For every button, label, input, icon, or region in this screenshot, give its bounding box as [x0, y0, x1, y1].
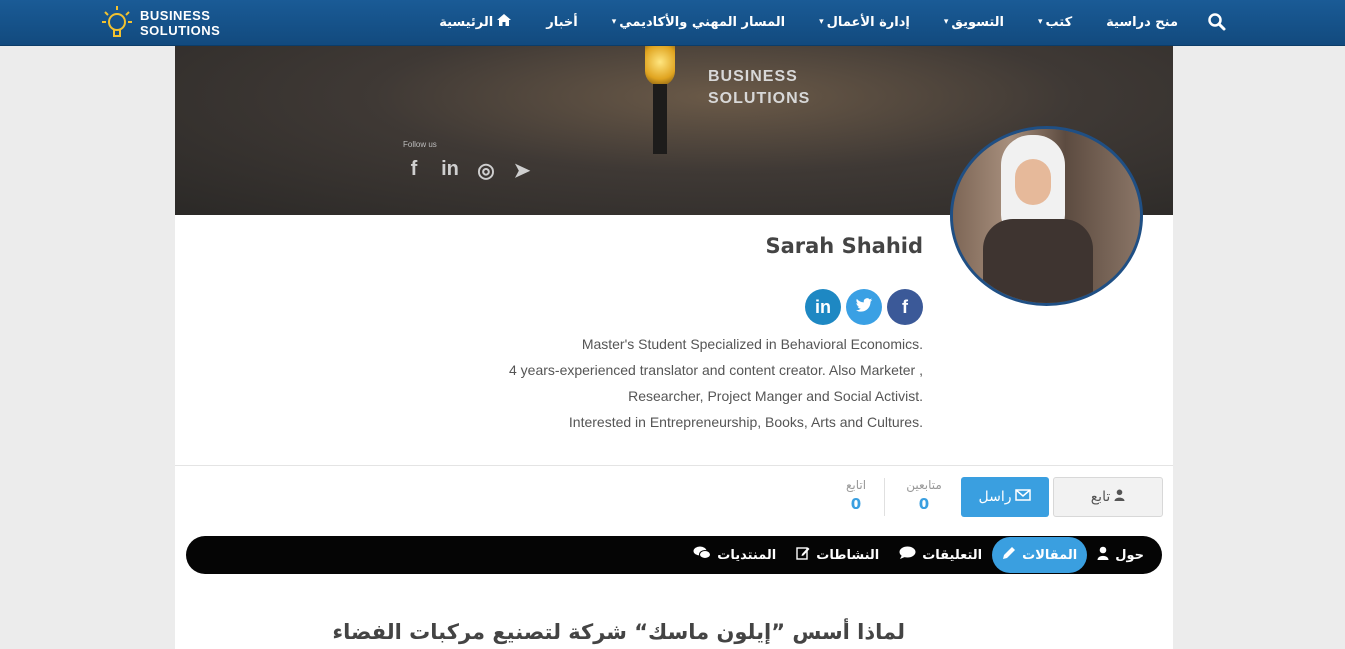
nav-item-books[interactable]: كتب ▾: [1021, 15, 1089, 30]
nav-item-label: المسار المهني والأكاديمي: [619, 14, 786, 30]
bio-line: Master's Student Specialized in Behavior…: [581, 336, 923, 352]
user-icon: [1097, 546, 1109, 564]
pencil-icon: [1002, 546, 1016, 564]
followers-label: متابعين: [906, 478, 942, 492]
tab-articles[interactable]: المقالات: [992, 537, 1088, 573]
twitter-icon: [855, 297, 873, 318]
divider: [175, 465, 1173, 466]
followers-stat[interactable]: متابعين 0: [894, 478, 954, 513]
main-menu: الرئيسية أخبار المسار المهني والأكاديمي …: [422, 0, 1195, 44]
home-icon: [496, 13, 512, 31]
profile-card: BUSINESS SOLUTIONS Follow us f in ◎ ➤ Sa…: [175, 46, 1173, 649]
linkedin-icon: in: [815, 296, 831, 317]
tab-comments[interactable]: التعليقات: [889, 537, 992, 573]
cover-lightbulb: [645, 46, 675, 86]
nav-item-label: أخبار: [546, 14, 578, 30]
chevron-down-icon: ▾: [1037, 17, 1043, 27]
nav-item-label: إدارة الأعمال: [826, 14, 910, 30]
instagram-icon: ◎: [477, 160, 495, 182]
comment-icon: [899, 546, 916, 564]
post-title-link[interactable]: لماذا أسس ”إيلون ماسك“ شركة لتصنيع مركبا…: [332, 620, 905, 644]
cover-lamp-socket: [653, 84, 667, 154]
tab-forums[interactable]: المنتديات: [683, 537, 786, 573]
followers-count: 0: [918, 495, 930, 513]
profile-social-links: in f: [805, 289, 923, 325]
tab-label: المنتديات: [717, 547, 777, 563]
bio-line: Interested in Entrepreneurship, Books, A…: [568, 414, 923, 430]
follow-button-label: تابع: [1090, 489, 1111, 505]
nav-item-business[interactable]: إدارة الأعمال ▾: [802, 15, 927, 30]
bio-line: Researcher, Project Manger and Social Ac…: [628, 388, 923, 404]
following-count: 0: [850, 495, 862, 513]
tab-label: التعليقات: [922, 547, 983, 563]
nav-item-career[interactable]: المسار المهني والأكاديمي ▾: [595, 15, 802, 30]
chevron-down-icon: ▾: [943, 17, 949, 27]
telegram-icon: ➤: [513, 160, 531, 182]
tab-label: المقالات: [1022, 547, 1078, 563]
logo-text-line1: BUSINESS: [140, 8, 211, 23]
linkedin-icon: in: [441, 158, 459, 180]
nav-item-scholarships[interactable]: منح دراسية: [1089, 15, 1195, 30]
profile-tabs: حول المقالات التعليقات النشاطات المنتديا…: [186, 536, 1162, 574]
following-label: اتابع: [845, 478, 867, 492]
nav-item-news[interactable]: أخبار: [529, 15, 595, 30]
user-icon: [1114, 489, 1125, 505]
linkedin-button[interactable]: in: [805, 289, 841, 325]
nav-item-label: التسويق: [951, 14, 1004, 30]
nav-item-marketing[interactable]: التسويق ▾: [927, 15, 1021, 30]
facebook-icon: f: [902, 296, 908, 317]
tab-label: حول: [1115, 547, 1144, 563]
tab-activities[interactable]: النشاطات: [786, 537, 889, 573]
logo-text-line2: SOLUTIONS: [140, 23, 221, 38]
comments-icon: [693, 546, 712, 564]
cover-follow-label: Follow us: [403, 140, 437, 149]
message-button[interactable]: راسل: [961, 477, 1049, 517]
facebook-button[interactable]: f: [887, 289, 923, 325]
twitter-button[interactable]: [846, 289, 882, 325]
tab-label: النشاطات: [816, 547, 880, 563]
edit-icon: [796, 546, 810, 564]
facebook-icon: f: [410, 158, 418, 180]
nav-item-label: كتب: [1045, 14, 1073, 30]
profile-name: Sarah Shahid: [765, 234, 923, 258]
follow-button[interactable]: تابع: [1053, 477, 1163, 517]
avatar: [950, 126, 1143, 306]
chevron-down-icon: ▾: [819, 17, 824, 27]
nav-item-label: منح دراسية: [1106, 14, 1178, 30]
message-button-label: راسل: [978, 489, 1012, 505]
tab-about[interactable]: حول: [1087, 537, 1154, 573]
bulb-logo-icon: [100, 4, 134, 42]
profile-bio: Master's Student Specialized in Behavior…: [509, 331, 923, 435]
bio-line: 4 years-experienced translator and conte…: [509, 362, 923, 378]
nav-item-label: الرئيسية: [439, 14, 494, 30]
search-icon[interactable]: [1207, 12, 1227, 32]
following-stat[interactable]: اتابع 0: [826, 478, 886, 513]
cover-social-icons: f in ◎ ➤: [401, 158, 535, 183]
site-logo[interactable]: BUSINESS SOLUTIONS: [100, 4, 220, 42]
chevron-down-icon: ▾: [611, 17, 617, 27]
nav-item-home[interactable]: الرئيسية: [422, 13, 529, 31]
envelope-icon: [1015, 489, 1032, 505]
cover-brand-text: BUSINESS SOLUTIONS: [708, 68, 811, 107]
top-navbar: BUSINESS SOLUTIONS الرئيسية أخبار المسار…: [0, 0, 1345, 46]
